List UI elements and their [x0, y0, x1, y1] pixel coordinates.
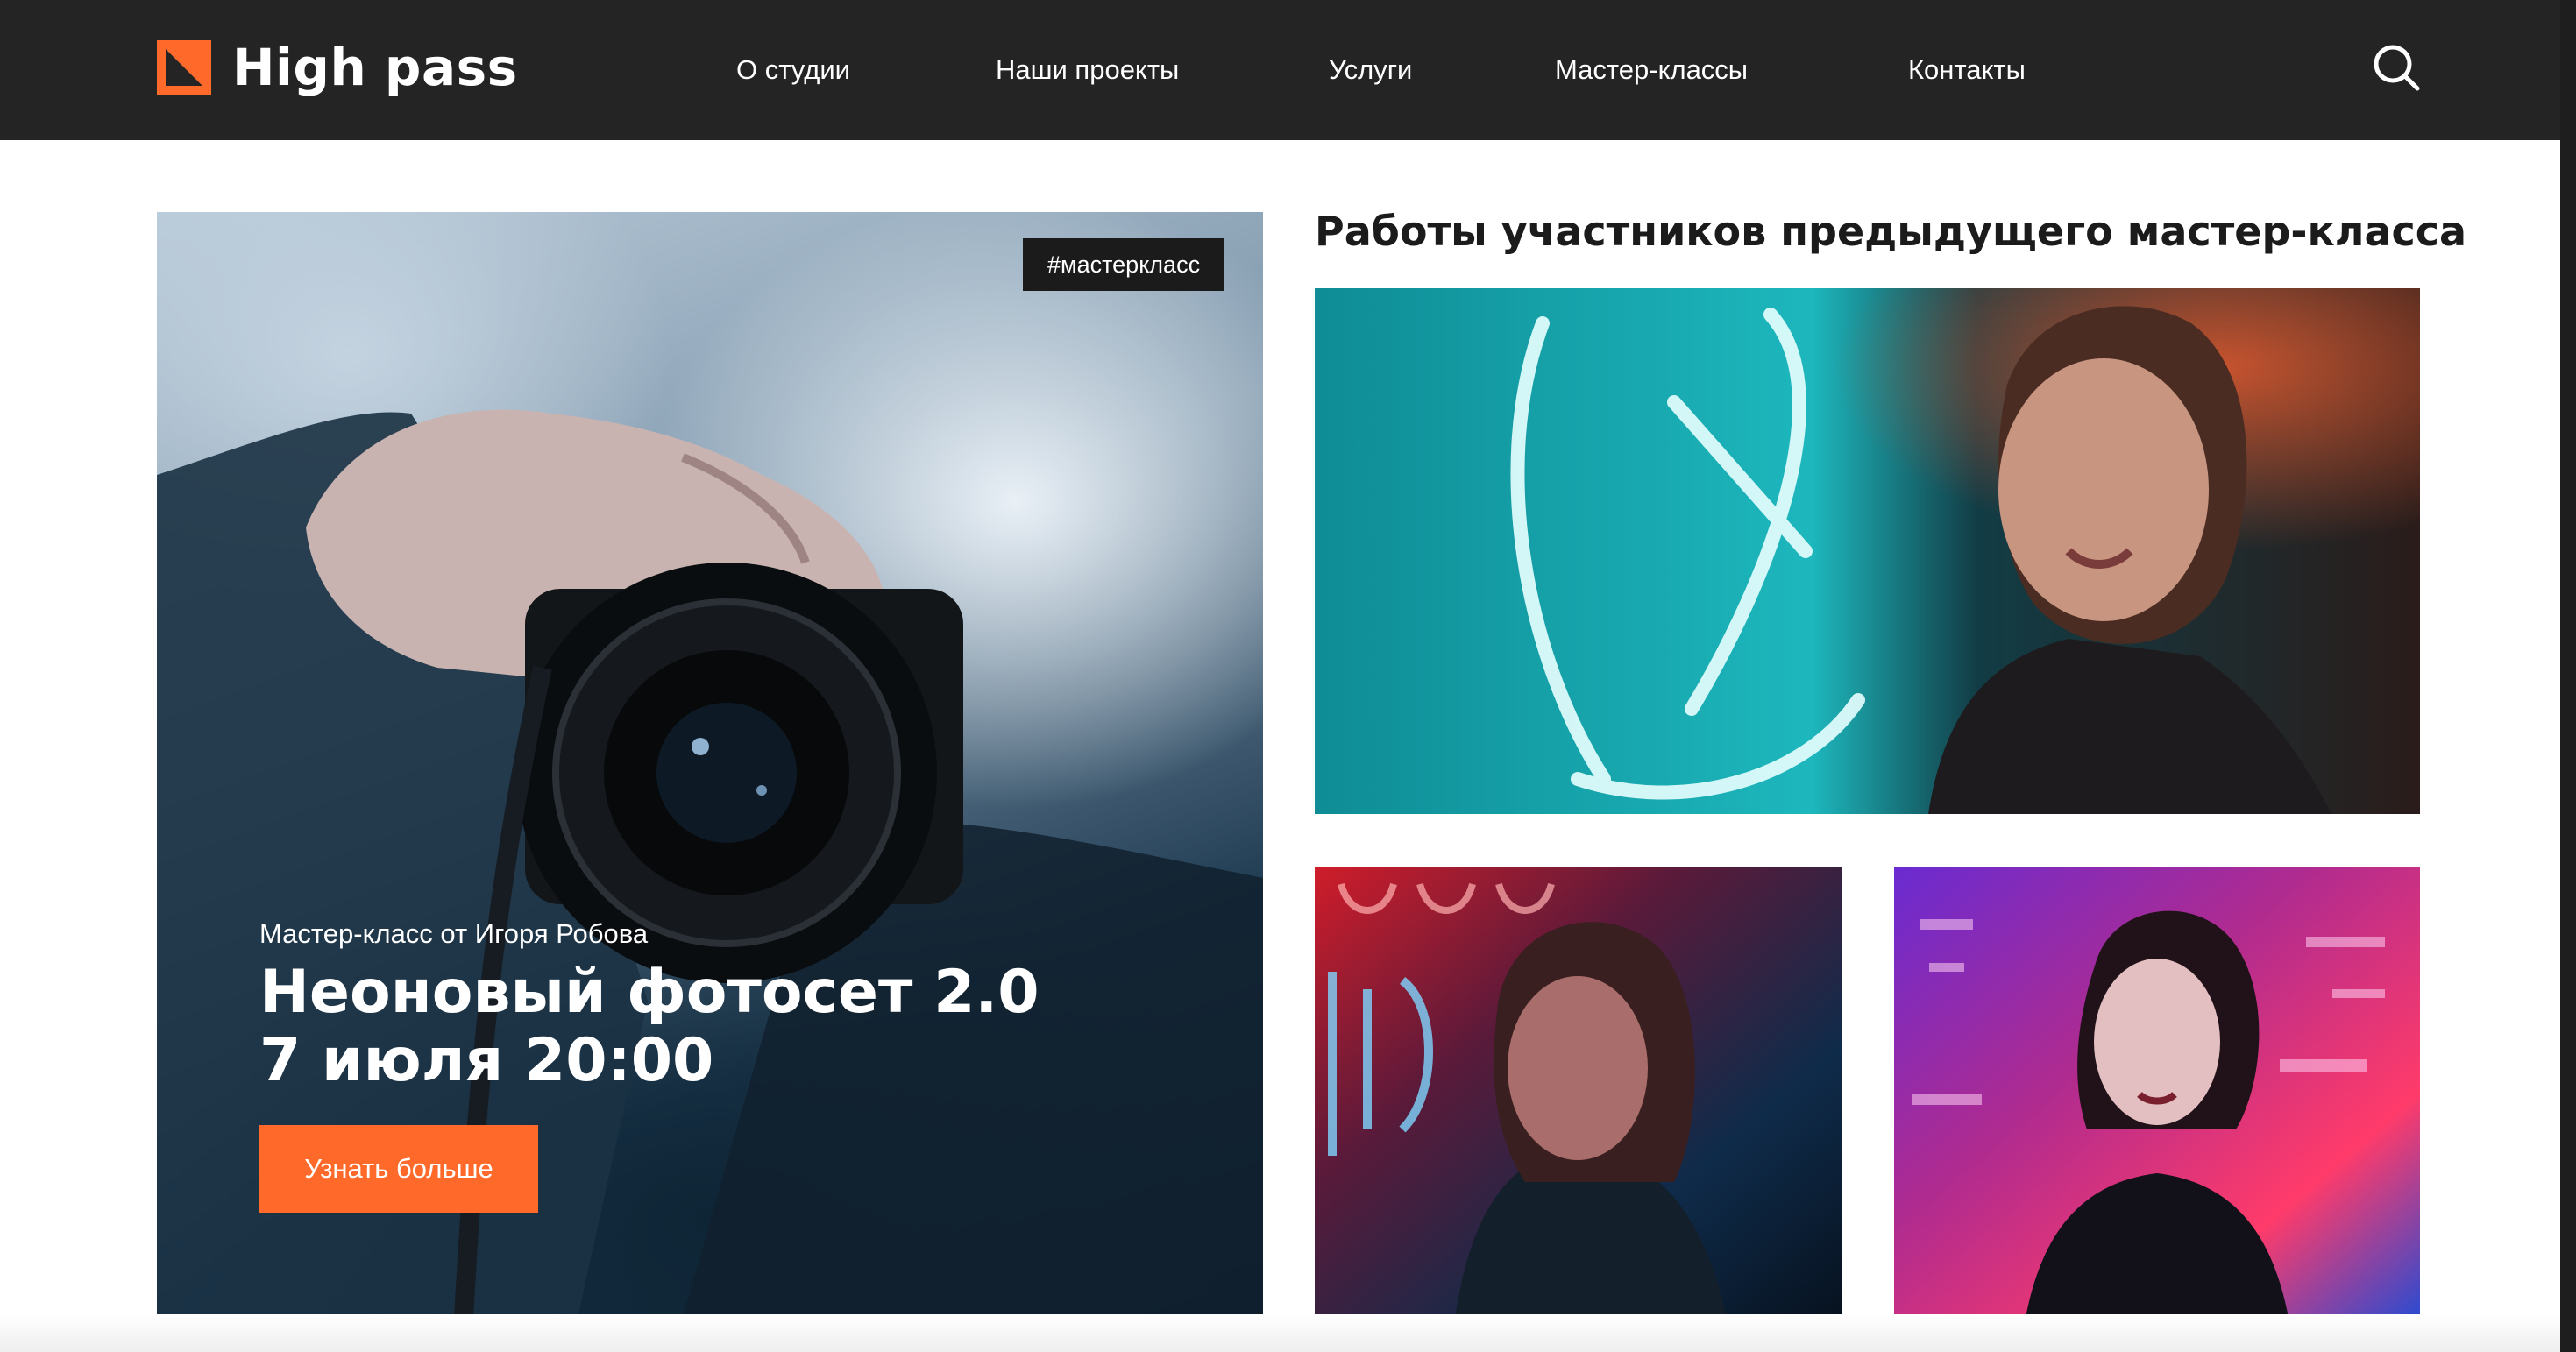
page: High pass О студии Наши проекты Услуги М…	[0, 0, 2576, 1352]
hero-title-line2: 7 июля 20:00	[259, 1026, 714, 1095]
gallery-photo-purple-neon[interactable]	[1894, 867, 2420, 1318]
nav-item-masterclasses[interactable]: Мастер-классы	[1555, 48, 1748, 92]
nav-item-projects[interactable]: Наши проекты	[996, 48, 1179, 92]
hero-title-line1: Неоновый фотосет 2.0	[259, 958, 1040, 1027]
hero-subtitle: Мастер-класс от Игоря Робова	[259, 918, 649, 949]
page-bottom-shadow	[0, 1314, 2576, 1352]
hero-card: #мастеркласс Мастер-класс от Игоря Робов…	[157, 212, 1263, 1318]
site-header: High pass О студии Наши проекты Услуги М…	[0, 0, 2576, 140]
gallery-photo-red-neon[interactable]	[1315, 867, 1842, 1318]
learn-more-button[interactable]: Узнать больше	[259, 1125, 538, 1213]
main-nav: О студии Наши проекты Услуги Мастер-клас…	[0, 48, 2576, 92]
window-edge	[2560, 0, 2576, 1352]
nav-item-about[interactable]: О студии	[736, 48, 850, 92]
hero-title: Неоновый фотосет 2.0 7 июля 20:00	[259, 959, 1040, 1095]
search-icon[interactable]	[2372, 43, 2421, 92]
nav-item-services[interactable]: Услуги	[1329, 48, 1412, 92]
hashtag-badge[interactable]: #мастеркласс	[1023, 238, 1225, 291]
nav-item-contacts[interactable]: Контакты	[1908, 48, 2026, 92]
gallery-title: Работы участников предыдущего мастер-кла…	[1315, 208, 2467, 255]
gallery-photo-large[interactable]	[1315, 288, 2420, 814]
